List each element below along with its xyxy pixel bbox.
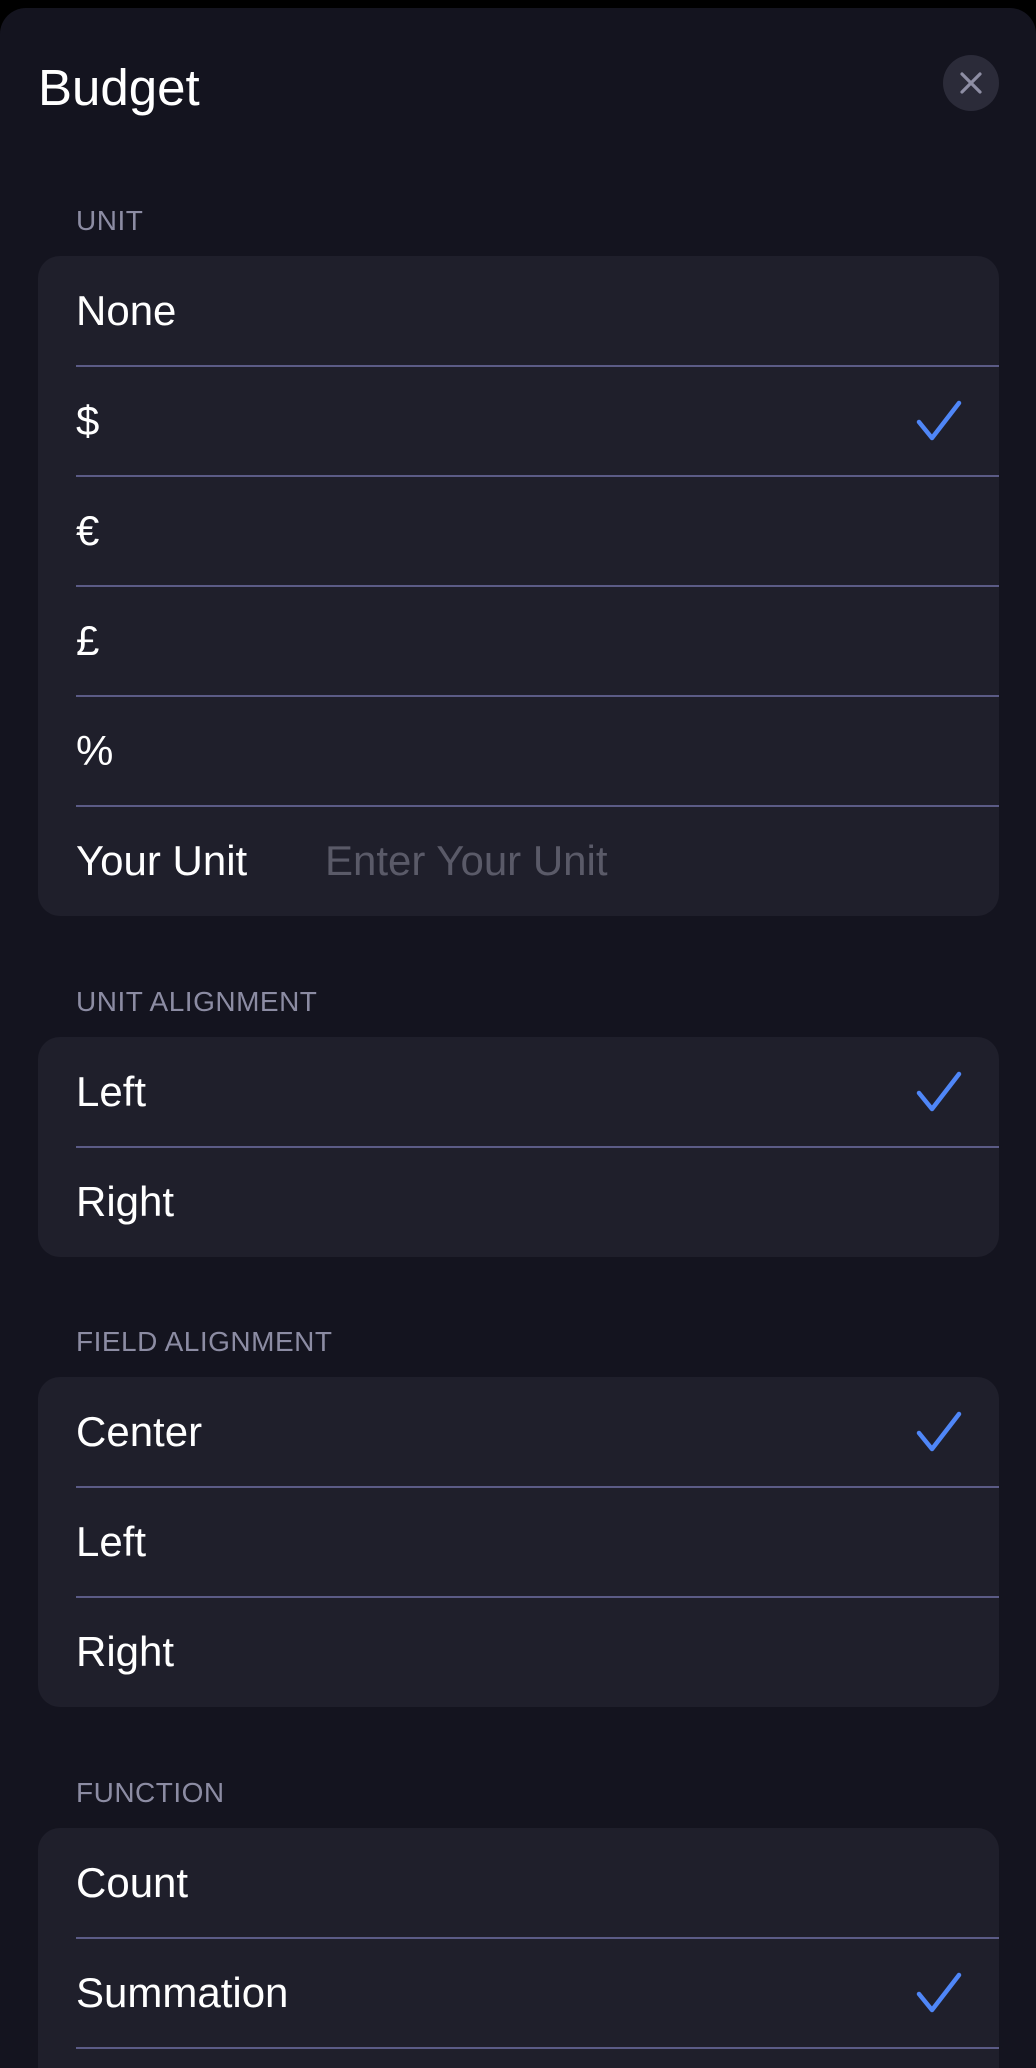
unit-alignment-right[interactable]: Right [38, 1146, 999, 1257]
function-next-option[interactable] [38, 2047, 999, 2068]
field-alignment-center[interactable]: Center [38, 1377, 999, 1487]
field-alignment-group: Center Left Right [38, 1377, 999, 1707]
function-group: Count Summation [38, 1828, 999, 2068]
section-label-function: FUNCTION [76, 1777, 225, 1808]
checkmark-icon [916, 1411, 962, 1452]
option-label: Count [76, 1859, 189, 1906]
budget-sheet: Budget UNIT None $ € £ % Your Unit UNIT … [0, 8, 1036, 2068]
option-label: Center [76, 1408, 203, 1455]
option-label: Left [76, 1068, 147, 1115]
unit-option-percent[interactable]: % [38, 695, 999, 806]
option-label: % [76, 727, 114, 774]
unit-option-euro[interactable]: € [38, 475, 999, 586]
option-label: None [76, 287, 177, 334]
unit-option-none[interactable]: None [38, 256, 999, 366]
section-label-unit-alignment: UNIT ALIGNMENT [76, 986, 318, 1017]
close-button[interactable] [943, 55, 999, 111]
option-label: Left [76, 1518, 147, 1565]
option-label: £ [76, 617, 100, 664]
unit-option-dollar[interactable]: $ [38, 365, 999, 476]
custom-unit-input[interactable] [325, 806, 925, 916]
page-title: Budget [38, 59, 200, 116]
section-label-unit: UNIT [76, 205, 144, 236]
option-label: Right [76, 1178, 175, 1225]
field-alignment-right[interactable]: Right [38, 1596, 999, 1707]
checkmark-icon [916, 400, 962, 441]
option-label: € [76, 507, 100, 554]
custom-unit-label: Your Unit [76, 837, 248, 884]
unit-alignment-group: Left Right [38, 1037, 999, 1257]
option-label: $ [76, 397, 100, 444]
unit-options-group: None $ € £ % Your Unit [38, 256, 999, 916]
checkmark-icon [916, 1071, 962, 1112]
unit-option-custom: Your Unit [38, 805, 999, 916]
close-icon [960, 72, 982, 94]
option-label: Summation [76, 1969, 289, 2016]
unit-option-pound[interactable]: £ [38, 585, 999, 696]
function-count[interactable]: Count [38, 1828, 999, 1938]
option-label: Right [76, 1628, 175, 1675]
field-alignment-left[interactable]: Left [38, 1486, 999, 1597]
unit-alignment-left[interactable]: Left [38, 1037, 999, 1147]
checkmark-icon [916, 1972, 962, 2013]
section-label-field-alignment: FIELD ALIGNMENT [76, 1326, 333, 1357]
function-summation[interactable]: Summation [38, 1937, 999, 2048]
